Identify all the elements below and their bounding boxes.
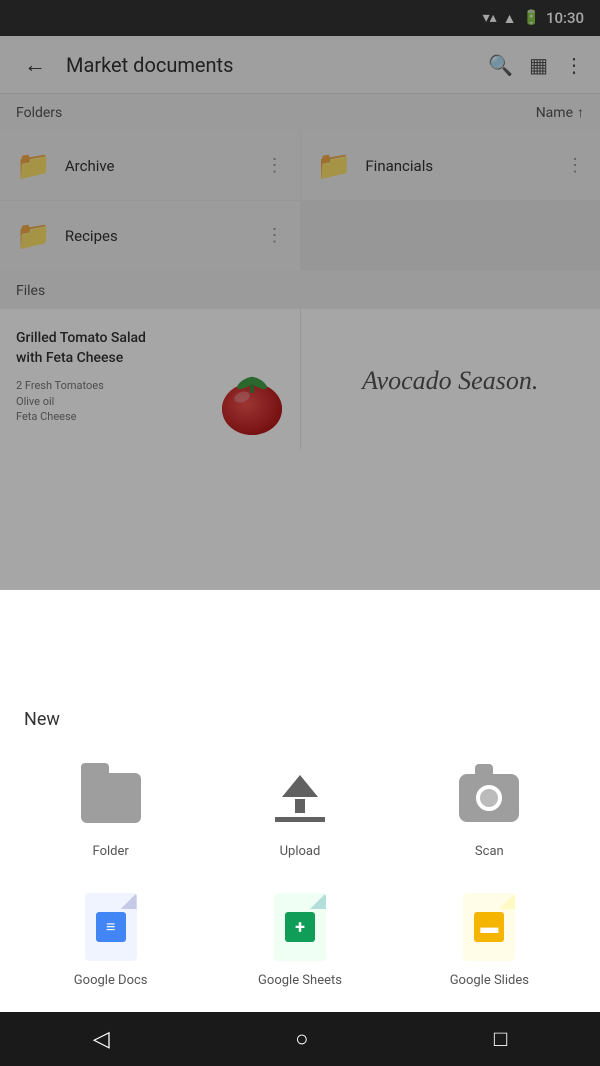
gdocs-badge: ≡ [96,912,126,942]
nav-home-button[interactable]: ○ [275,1018,328,1060]
upload-arrow [282,775,318,797]
nav-bar: ◁ ○ □ [0,1012,600,1066]
gslides-badge: ▬ [474,912,504,942]
nav-recent-button[interactable]: □ [474,1018,527,1060]
new-gslides-label: Google Slides [450,973,529,988]
gsheets-new-icon: + [264,891,336,963]
upload-base [275,817,325,822]
new-item-folder[interactable]: Folder [24,762,197,859]
new-item-upload[interactable]: Upload [213,762,386,859]
bottom-sheet-title: New [24,709,576,730]
new-item-google-slides[interactable]: ▬ Google Slides [403,891,576,988]
new-upload-label: Upload [280,844,321,859]
gslides-shape-icon: ▬ [463,893,515,961]
scan-new-icon [453,762,525,834]
camera-shape-icon [459,774,519,822]
new-scan-label: Scan [475,844,504,859]
new-items-grid: Folder Upload Scan [24,762,576,988]
upload-shape-icon [275,775,325,822]
new-item-google-docs[interactable]: ≡ Google Docs [24,891,197,988]
modal-overlay[interactable] [0,0,600,590]
new-gsheets-label: Google Sheets [258,973,342,988]
new-item-google-sheets[interactable]: + Google Sheets [213,891,386,988]
gdocs-new-icon: ≡ [75,891,147,963]
folder-shape-icon [81,773,141,823]
gdocs-shape-icon: ≡ [85,893,137,961]
nav-back-button[interactable]: ◁ [73,1019,130,1060]
new-item-scan[interactable]: Scan [403,762,576,859]
new-folder-label: Folder [93,844,129,859]
new-gdocs-label: Google Docs [74,973,148,988]
folder-new-icon [75,762,147,834]
upload-stem [295,799,305,813]
bottom-sheet-new: New Folder Upload [0,681,600,1012]
upload-new-icon [264,762,336,834]
gslides-new-icon: ▬ [453,891,525,963]
camera-lens [476,785,502,811]
gsheets-badge: + [285,912,315,942]
gsheets-shape-icon: + [274,893,326,961]
